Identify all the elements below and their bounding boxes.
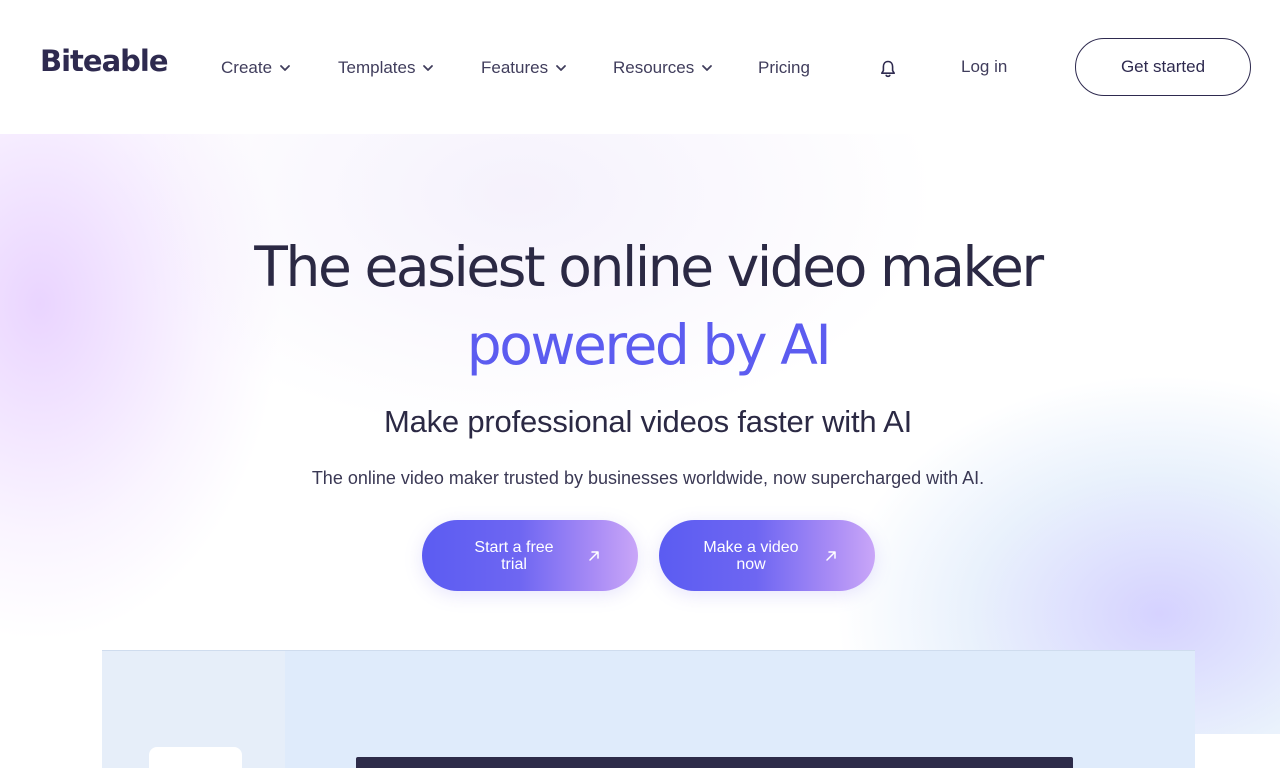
cta-label-line1: Make a video: [703, 538, 799, 556]
chevron-down-icon: [280, 65, 290, 71]
arrow-up-right-icon: [589, 550, 599, 561]
arrow-up-right-icon: [826, 550, 836, 561]
biteable-logo[interactable]: Biteable: [40, 44, 169, 78]
nav-item-label: Features: [481, 58, 549, 77]
nav-item-label: Pricing: [758, 58, 810, 77]
nav-item-create[interactable]: Create: [221, 57, 292, 79]
hero-headline: The easiest online video maker: [254, 235, 1044, 299]
cta-label-line1: Start a free: [474, 538, 554, 556]
nav-item-pricing[interactable]: Pricing: [758, 57, 810, 79]
page-background-strip: [1195, 734, 1280, 768]
chevron-down-icon: [702, 65, 713, 71]
cta-label-line2: trial: [501, 555, 527, 573]
chevron-down-icon: [556, 65, 566, 71]
cta-label-line2: now: [736, 555, 766, 573]
start-free-trial-button[interactable]: Start a free trial: [422, 520, 638, 591]
nav-item-label: Templates: [338, 58, 416, 77]
preview-sidebar: [102, 651, 285, 768]
hero-description: The online video maker trusted by busine…: [311, 468, 985, 488]
login-link[interactable]: Log in: [961, 57, 1007, 77]
app-preview-panel: [102, 650, 1195, 768]
nav-item-label: Create: [221, 58, 273, 77]
chevron-down-icon: [423, 65, 434, 71]
bell-icon[interactable]: [879, 59, 897, 79]
preview-canvas: [356, 757, 1073, 768]
cta-label: Start a free trial: [459, 539, 569, 573]
cta-label: Make a video now: [696, 539, 806, 573]
hero-headline-accent: powered by AI: [466, 313, 832, 377]
page: Biteable Create Templates Features Resou…: [0, 0, 1280, 768]
nav-item-resources[interactable]: Resources: [613, 57, 714, 79]
nav-item-features[interactable]: Features: [481, 57, 568, 79]
get-started-button[interactable]: Get started: [1075, 38, 1251, 96]
preview-card: [149, 747, 242, 768]
nav-item-label: Resources: [613, 58, 695, 77]
site-header: Biteable Create Templates Features Resou…: [0, 0, 1280, 134]
make-video-now-button[interactable]: Make a video now: [659, 520, 875, 591]
nav-item-templates[interactable]: Templates: [338, 57, 435, 79]
hero-subheadline: Make professional videos faster with AI: [383, 404, 913, 439]
